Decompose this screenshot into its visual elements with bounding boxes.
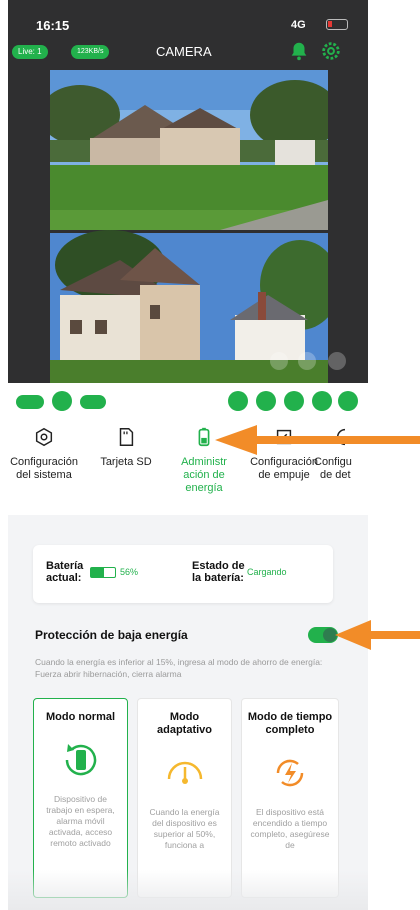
mode-card-normal[interactable]: Modo normal Dispositivo de trabajo en es…: [33, 698, 128, 898]
status-time: 16:15: [36, 18, 70, 33]
live-viewers-badge: Live: 1: [12, 45, 48, 59]
arrow-annotation-tab: [215, 425, 420, 455]
tab-label: Configuración del sistema: [10, 456, 78, 481]
hexagon-settings-icon: [35, 427, 53, 447]
charging-cycle-icon: [276, 759, 304, 787]
mode-description: Dispositivo de trabajo en espera, alarma…: [46, 794, 115, 848]
low-power-toggle[interactable]: [308, 627, 338, 643]
bitrate-badge: 123KB/s: [71, 45, 110, 59]
bell-icon[interactable]: [288, 40, 310, 62]
gear-icon[interactable]: [320, 40, 342, 62]
mode-title: Modo adaptativo: [156, 711, 212, 736]
low-power-protection-title: Protección de baja energía: [35, 628, 188, 642]
tab-label: Administr ación de energía: [181, 456, 227, 494]
battery-level-fill: [91, 568, 105, 577]
record-icon[interactable]: [52, 391, 72, 411]
battery-icon: [198, 427, 210, 447]
speaker-icon[interactable]: [298, 352, 316, 370]
expand-chevron-icon[interactable]: [338, 391, 358, 411]
phone-screen: 16:15 4G Live: 1 123KB/s CAMERA Configur…: [8, 0, 368, 910]
arrow-annotation-toggle: [335, 620, 420, 650]
signal-button[interactable]: [80, 395, 106, 409]
network-indicator: 4G: [291, 19, 306, 31]
tab-label: Configu de det: [314, 456, 352, 481]
ptz-icon[interactable]: [228, 391, 248, 411]
mode-card-adaptive[interactable]: Modo adaptativo Cuando la energía del dis…: [137, 698, 232, 898]
battery-refresh-icon: [65, 744, 96, 776]
tab-system-settings[interactable]: Configuración del sistema: [8, 426, 90, 482]
battery-percentage: 56%: [120, 567, 139, 577]
current-battery-label: Batería actual:: [46, 560, 84, 584]
fullscreen-icon[interactable]: [328, 352, 346, 370]
camera-video-feed[interactable]: [50, 70, 328, 383]
mode-card-full-time[interactable]: Modo de tiempo completo El dispositivo es…: [241, 698, 339, 898]
battery-level-bar: [90, 567, 116, 578]
mode-title: Modo normal: [45, 711, 116, 723]
mode-title: Modo de tiempo completo: [247, 711, 333, 736]
play-icon[interactable]: [256, 391, 276, 411]
page-title: CAMERA: [156, 44, 212, 59]
mode-description: El dispositivo está encendido a tiempo c…: [250, 807, 330, 850]
status-bar: 16:15 4G: [8, 12, 368, 33]
phone-battery-icon: [326, 19, 348, 30]
battery-mode-button[interactable]: [16, 395, 44, 409]
battery-state-value: Cargando: [247, 567, 287, 577]
sd-card-icon: [119, 428, 134, 446]
intercom-icon[interactable]: [284, 391, 304, 411]
low-power-description: Cuando la energía es inferior al 15%, in…: [35, 657, 323, 679]
gauge-icon: [167, 761, 202, 784]
mode-description: Cuando la energía del dispositivo es sup…: [149, 807, 220, 850]
snapshot-icon[interactable]: [270, 352, 288, 370]
light-icon[interactable]: [312, 391, 332, 411]
battery-state-label: Estado de la batería:: [192, 560, 245, 584]
bottom-nav-fade: [8, 870, 368, 910]
